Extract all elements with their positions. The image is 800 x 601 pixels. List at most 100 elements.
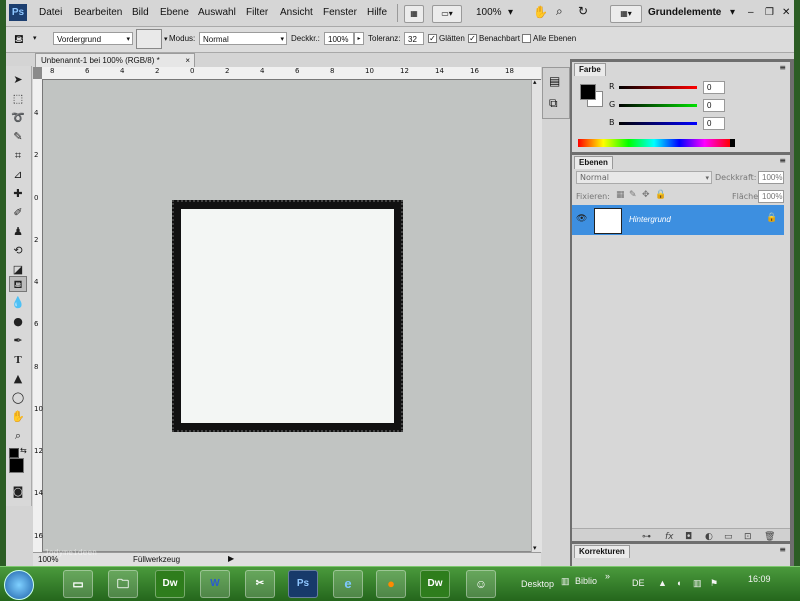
pen-tool-icon[interactable]: ✒ [9,333,27,349]
lock-transparency-icon[interactable]: ▦ [616,190,625,200]
history-brush-tool-icon[interactable]: ⟲ [9,243,27,259]
link-layers-icon[interactable]: ⊶ [642,532,651,542]
clone-source-panel-icon[interactable]: ⧉ [549,96,558,111]
scroll-up-icon[interactable]: ▴ [533,78,537,86]
menu-auswahl[interactable]: Auswahl [198,7,236,18]
history-panel-icon[interactable]: ▤ [549,74,560,88]
foreground-color-swatch[interactable] [9,458,24,473]
opacity-input[interactable]: 100% [324,32,354,45]
trash-icon[interactable]: 🗑 [764,532,775,542]
blur-tool-icon[interactable]: 💧 [9,295,27,311]
workspace-switcher[interactable]: Grundelemente [648,7,721,18]
paint-bucket-tool-icon[interactable]: ⛾ [14,32,24,48]
layers-panel-tab[interactable]: Ebenen [574,156,613,169]
all-layers-checkbox[interactable] [522,34,531,43]
contiguous-checkbox[interactable]: ✓ [468,34,477,43]
workspace-dropdown-icon[interactable]: ▾ [730,7,735,18]
blend-mode-select[interactable]: Normal ▾ [576,171,712,184]
menu-filter[interactable]: Filter [246,7,268,18]
lock-position-icon[interactable]: ✥ [642,190,650,200]
start-button[interactable] [4,570,34,600]
crop-tool-icon[interactable]: ⌗ [9,148,27,164]
path-selection-tool-icon[interactable]: ▲ [9,371,27,387]
vertical-scrollbar[interactable]: ▴ ▾ [531,78,542,552]
horizontal-ruler[interactable]: 8 6 4 2 0 2 4 6 8 10 12 14 16 18 [42,67,541,80]
default-colors-icon[interactable] [9,448,19,458]
panel-menu-icon[interactable]: ≡ [779,63,786,72]
app-icon-2[interactable]: ☺ [466,570,496,598]
red-value-input[interactable]: 0 [703,81,725,94]
layer-style-icon[interactable]: fx [665,532,674,542]
type-tool-icon[interactable]: T [9,352,27,368]
arrange-documents-icon[interactable]: ▦▾ [610,5,642,23]
zoom-tool-icon[interactable]: ⌕ [556,4,563,19]
firefox-icon[interactable]: ● [376,570,406,598]
language-indicator[interactable]: DE [632,578,645,588]
blue-value-input[interactable]: 0 [703,117,725,130]
layer-row-background[interactable]: 👁 Hintergrund 🔒 [572,205,784,235]
blue-slider[interactable] [619,122,697,125]
dodge-tool-icon[interactable]: ● [9,314,27,330]
green-slider[interactable] [619,104,697,107]
color-panel-tab[interactable]: Farbe [574,63,606,76]
vertical-ruler[interactable]: 4 2 0 2 4 6 8 10 12 14 16 [33,79,43,552]
bridge-icon[interactable]: ▦ [404,5,424,23]
adjustment-layer-icon[interactable]: ◐ [705,532,713,542]
quick-selection-tool-icon[interactable]: ✎ [9,129,27,145]
panel-menu-icon[interactable]: ≡ [779,156,786,165]
shape-tool-icon[interactable]: ◯ [9,390,27,406]
move-tool-icon[interactable]: ➤ [9,72,27,88]
close-document-icon[interactable]: × [185,54,190,68]
swap-colors-icon[interactable]: ⇆ [20,446,27,455]
document-tab[interactable]: Unbenannt-1 bei 100% (RGB/8) * × [35,53,195,67]
paint-bucket-tool-icon[interactable]: ⛾ [9,276,27,292]
clone-stamp-tool-icon[interactable]: ♟ [9,224,27,240]
app-icon[interactable]: ✂ [245,570,275,598]
menu-fenster[interactable]: Fenster [323,7,357,18]
library-toolbar-label[interactable]: Biblio [575,576,597,586]
toolbar-overflow-icon[interactable]: » [605,571,610,581]
clock-time[interactable]: 16:09 [748,574,771,584]
scroll-down-icon[interactable]: ▾ [533,544,537,552]
tray-arrow-icon[interactable]: ▲ [658,578,667,588]
group-icon[interactable]: ▭ [724,532,733,542]
green-value-input[interactable]: 0 [703,99,725,112]
library-icon[interactable]: ▥ [561,576,570,587]
action-center-flag-icon[interactable]: ⚑ [710,578,718,589]
menu-hilfe[interactable]: Hilfe [367,7,387,18]
quick-mask-icon[interactable]: ◙ [9,484,27,500]
stamp-frame-shape[interactable] [172,200,403,432]
zoom-tool-icon[interactable]: ⌕ [9,428,27,444]
layer-opacity-input[interactable]: 100% [758,171,784,184]
panel-menu-icon[interactable]: ≡ [779,545,786,554]
spectrum-black-swatch[interactable] [730,139,735,147]
pattern-dropdown-icon[interactable]: ▾ [164,35,168,43]
minimize-icon[interactable]: – [748,7,754,18]
menu-ansicht[interactable]: Ansicht [280,7,313,18]
foreground-swatch[interactable] [580,84,596,100]
fill-source-select[interactable]: Vordergrund ▾ [53,32,133,45]
zoom-level[interactable]: 100% [476,7,502,18]
tolerance-input[interactable]: 32 [404,32,424,45]
extras-dropdown-icon[interactable]: ▭▾ [432,5,462,23]
red-slider[interactable] [619,86,697,89]
menu-datei[interactable]: Datei [39,7,62,18]
photoshop-taskbar-icon[interactable]: Ps [288,570,318,598]
marquee-tool-icon[interactable]: ⬚ [9,91,27,107]
corrections-panel-tab[interactable]: Korrekturen [574,545,630,558]
opacity-stepper-icon[interactable]: ▸ [354,32,364,45]
close-window-icon[interactable]: ✕ [782,7,790,18]
restore-icon[interactable]: ❐ [765,7,774,18]
healing-brush-tool-icon[interactable]: ✚ [9,186,27,202]
status-menu-icon[interactable]: ▶ [228,554,234,563]
layer-mask-icon[interactable]: ◘ [685,532,692,542]
tool-preset-dropdown-icon[interactable]: ▾ [33,34,37,42]
eye-icon[interactable]: 👁 [576,214,587,224]
rotate-view-icon[interactable]: ↻ [578,4,588,18]
word-icon[interactable]: W [200,570,230,598]
layer-name[interactable]: Hintergrund [629,215,671,224]
new-layer-icon[interactable]: ⊡ [744,532,752,542]
network-icon[interactable]: ▥ [693,578,702,589]
menu-bild[interactable]: Bild [132,7,149,18]
menu-bearbeiten[interactable]: Bearbeiten [74,7,122,18]
